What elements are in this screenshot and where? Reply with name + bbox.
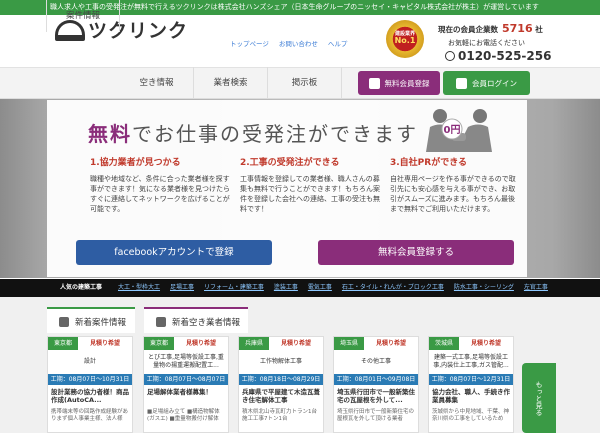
category-bar: 人気の建築工事 大工・型枠大工 足場工事 リフォーム・建築工事 塗装工事 電気工… [0, 279, 600, 297]
card-category: 設計 [83, 358, 96, 366]
category-link[interactable]: 塗装工事 [274, 279, 298, 297]
card-estimate: 見積り希望 [470, 340, 501, 347]
card-period: 工期：08月18日〜08月29日 [239, 374, 323, 385]
feature-column-3: 3.自社PRができる 自社専用ページを作る事ができるので取引先にも安心感を与える… [390, 155, 520, 215]
nav-contractor-search[interactable]: 業者検索 [194, 67, 268, 99]
card-estimate: 見積り希望 [89, 340, 120, 347]
hero-title: 無料でお仕事の受発注ができます [88, 118, 418, 147]
project-card[interactable]: 兵庫県 見積り希望 工作物解体工事 工期：08月18日〜08月29日 兵庫県で平屋… [238, 336, 324, 433]
nav-board[interactable]: 掲示板 [268, 67, 342, 99]
feature-heading: 2.工事の受発注ができる [240, 158, 340, 168]
lock-icon [456, 77, 467, 89]
project-card[interactable]: 東京都 見積り希望 とび工事,足場等仮設工事,重量物の揚重運搬配置工... 工期：… [143, 336, 229, 433]
login-button[interactable]: 会員ログイン [443, 71, 530, 95]
hero-title-rest: でお仕事の受発注ができます [132, 122, 418, 146]
member-count: 現在の会員企業数 5716 社 [438, 22, 543, 35]
project-card[interactable]: 茨城県 見積り希望 建築一式工事,足場等仮設工事,内装仕上工事,ガス管配... 工… [428, 336, 514, 433]
feature-body: 工事情報を登録しての業者様、職人さんの募集も無料で行うことができます！もちろん案… [240, 175, 380, 214]
card-title[interactable]: 埼玉県行田市で一般新築住宅の瓦屋根を外して... [334, 385, 418, 409]
feature-heading: 3.自社PRができる [390, 158, 468, 168]
nav-availability[interactable]: 空き情報 [120, 67, 194, 99]
category-links: 大工・型枠大工 足場工事 リフォーム・建築工事 塗装工事 電気工事 石工・タイル… [118, 279, 548, 297]
register-button[interactable]: 無料会員登録 [358, 71, 440, 95]
document-icon [59, 317, 69, 327]
card-area: 埼玉県 [334, 337, 364, 350]
no1-badge: 建設業界 No.1 [386, 20, 424, 58]
card-title[interactable]: 設計業務の協力者様！商品作成(AutoCA... [48, 385, 132, 409]
link-top[interactable]: トップページ [230, 38, 269, 48]
card-category: 建築一式工事,足場等仮設工事,内装仕上工事,ガス管配... [433, 354, 509, 369]
card-title[interactable]: 兵庫県で平屋建て木造瓦葺き住宅解体工事 [239, 385, 323, 409]
card-title[interactable]: 足場解体業者様募集！ [144, 385, 228, 409]
free-register-button[interactable]: 無料会員登録する [318, 240, 514, 265]
card-area: 兵庫県 [239, 337, 269, 350]
card-area: 東京都 [48, 337, 78, 350]
category-link[interactable]: 大工・型枠大工 [118, 279, 160, 297]
member-count-label: 現在の会員企業数 [438, 25, 498, 34]
link-contact[interactable]: お問い合わせ [279, 38, 318, 48]
facebook-register-button[interactable]: facebookアカウントで登録 [76, 240, 272, 265]
tab-new-availability[interactable]: 新着空き業者情報 [144, 307, 248, 335]
tab-label: 新着空き業者情報 [172, 318, 241, 328]
card-estimate: 見積り希望 [280, 340, 311, 347]
phone-text: 0120-525-256 [458, 49, 552, 63]
card-desc: ■足場組み立て ■構造物解体(ガスエ) ■重量物搬付け解体 [147, 409, 220, 423]
card-area: 茨城県 [429, 337, 459, 350]
card-estimate: 見積り希望 [375, 340, 406, 347]
price-text: 0円 [444, 124, 461, 136]
nav-projects[interactable]: 案件情報 [46, 0, 120, 32]
category-link[interactable]: 防水工事・シーリング [454, 279, 514, 297]
category-link[interactable]: 左官工事 [524, 279, 548, 297]
card-category: とび工事,足場等仮設工事,重量物の揚重運搬配置工... [148, 354, 224, 369]
link-help[interactable]: ヘルプ [328, 38, 348, 48]
feature-body: 自社専用ページを作る事ができるので取引先にも安心感を与える事ができ、お取引がスム… [390, 175, 516, 214]
card-period: 工期：08月01日〜09月08日 [334, 374, 418, 385]
project-card[interactable]: 東京都 見積り希望 設計 工期：08月07日〜10月31日 設計業務の協力者様！商… [47, 336, 133, 433]
member-count-unit: 社 [535, 25, 543, 34]
feature-column-2: 2.工事の受発注ができる 工事情報を登録しての業者様、職人さんの募集も無料で行う… [240, 155, 382, 215]
project-card[interactable]: 埼玉県 見積り希望 その他工事 工期：08月01日〜09月08日 埼玉県行田市で一… [333, 336, 419, 433]
card-desc: 茨城県から中見地域、千葉、神奈川県の工事をしているため [432, 409, 510, 423]
feature-heading: 1.協力業者が見つかる [90, 158, 181, 168]
user-icon [368, 77, 380, 89]
tab-label: 新着案件情報 [75, 318, 127, 328]
handshake-icon: 0円 [426, 109, 492, 152]
phone-number[interactable]: 0120-525-256 [445, 49, 551, 63]
card-period: 工期：08月07日〜12月31日 [429, 374, 513, 385]
card-period: 工期：08月07日〜10月31日 [48, 374, 132, 385]
card-desc: 積木県北山寺瓦町力トラン1台施工工事7トン1台 [242, 409, 318, 423]
card-period: 工期：08月07日〜08月07日 [144, 374, 228, 385]
document-icon [156, 317, 166, 327]
register-label: 無料会員登録 [384, 78, 430, 88]
card-estimate: 見積り希望 [185, 340, 216, 347]
category-link[interactable]: 石工・タイル・れんが・ブロック工事 [342, 279, 444, 297]
card-area: 東京都 [144, 337, 174, 350]
header-links: トップページ お問い合わせ ヘルプ [230, 38, 347, 48]
login-label: 会員ログイン [472, 78, 517, 88]
hero-title-highlight: 無料 [88, 122, 132, 146]
feature-column-1: 1.協力業者が見つかる 職種や地域など、条件に合った業者様を探す事ができます！気… [90, 155, 232, 215]
phone-icon [445, 51, 455, 61]
category-link[interactable]: 電気工事 [308, 279, 332, 297]
card-desc: 埼玉県行田市で一般新築住宅の屋根瓦を外して頂ける業者 [337, 409, 415, 423]
contact-label: お気軽にお電話ください [448, 39, 525, 47]
card-desc: 携帯端末等の回路作成経験がありまず個人事業主様、法人様 [51, 409, 129, 423]
category-link[interactable]: 足場工事 [170, 279, 194, 297]
tab-new-projects[interactable]: 新着案件情報 [47, 307, 135, 335]
category-bar-label: 人気の建築工事 [60, 284, 103, 291]
card-category: その他工事 [360, 358, 391, 366]
card-title[interactable]: 協力会社、職人、手続き作業員募集 [429, 385, 513, 409]
member-count-number: 5716 [502, 22, 533, 35]
badge-main: No.1 [394, 36, 416, 46]
card-category: 工作物解体工事 [259, 358, 302, 366]
see-more-button[interactable]: もっと見る [522, 363, 556, 433]
feature-body: 職種や地域など、条件に合った業者様を探す事ができます！気になる業者様を見つけたら… [90, 175, 230, 214]
category-link[interactable]: リフォーム・建築工事 [204, 279, 264, 297]
